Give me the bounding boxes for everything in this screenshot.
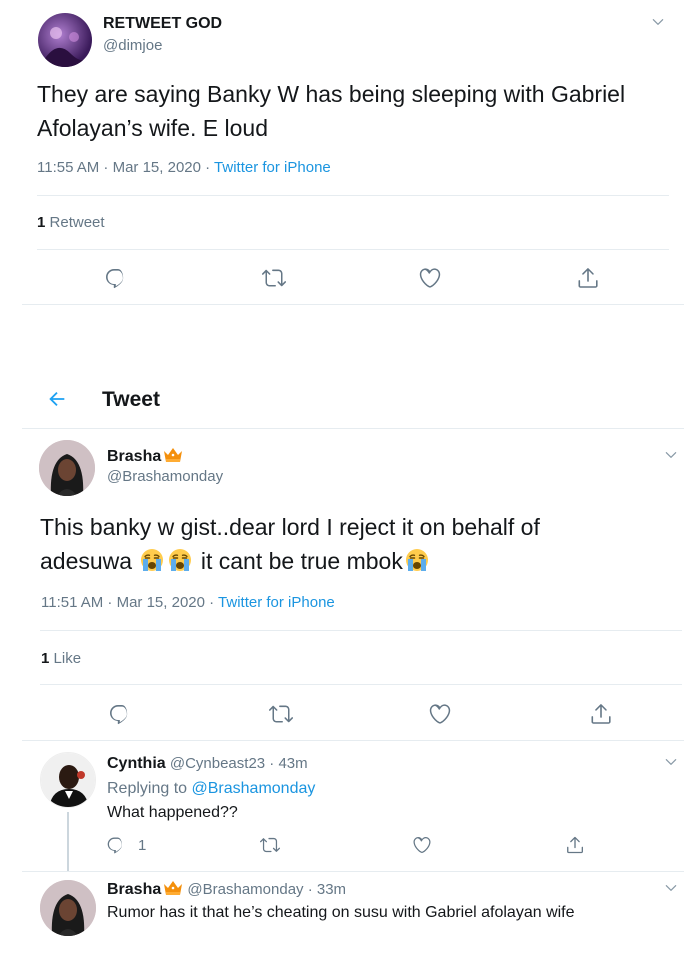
- share-icon[interactable]: [589, 702, 613, 726]
- divider: [40, 630, 682, 631]
- thread-line: [67, 812, 69, 872]
- tweet-timestamp: 11:55 AM · Mar 15, 2020 · Twitter for iP…: [37, 159, 331, 176]
- avatar[interactable]: [38, 13, 92, 67]
- tweet-text-fragment: it cant be true mbok: [200, 548, 403, 574]
- avatar-image: [39, 440, 95, 496]
- divider: [37, 249, 669, 250]
- divider: [22, 740, 684, 741]
- retweet-icon[interactable]: [269, 702, 293, 726]
- like-count[interactable]: 1 Like: [41, 650, 81, 667]
- stat-label: Retweet: [49, 214, 105, 231]
- author-name[interactable]: Brasha: [107, 881, 183, 898]
- author-handle[interactable]: @dimjoe: [103, 37, 162, 54]
- stat-count: 1: [37, 214, 46, 231]
- author-name-text: Brasha: [107, 881, 162, 898]
- reply-count: 1: [138, 837, 147, 854]
- retweet-count[interactable]: 1 Retweet: [37, 214, 105, 231]
- like-icon[interactable]: [412, 835, 432, 855]
- author-name[interactable]: RETWEET GOD: [103, 15, 222, 33]
- stat-count: 1: [41, 650, 50, 667]
- reply-icon[interactable]: [104, 266, 128, 290]
- crying-face-emoji: [139, 547, 165, 573]
- replying-to-link[interactable]: @Brashamonday: [192, 780, 316, 797]
- page-title: Tweet: [102, 388, 160, 411]
- chevron-down-icon[interactable]: [650, 14, 666, 30]
- chevron-down-icon[interactable]: [663, 880, 679, 896]
- avatar[interactable]: [39, 440, 95, 496]
- share-icon[interactable]: [576, 266, 600, 290]
- avatar-image: [41, 753, 95, 807]
- stat-label: Like: [53, 650, 82, 667]
- tweet-text-line: This banky w gist..dear lord I reject it…: [40, 514, 540, 540]
- reply-text: Rumor has it that he’s cheating on susu …: [107, 904, 575, 921]
- tweet-source-link[interactable]: Twitter for iPhone: [214, 159, 331, 176]
- divider: [40, 684, 682, 685]
- divider: [37, 195, 669, 196]
- chevron-down-icon[interactable]: [663, 447, 679, 463]
- tweet-text: They are saying Banky W has being sleepi…: [37, 81, 626, 141]
- like-icon[interactable]: [428, 702, 452, 726]
- reply-icon[interactable]: [106, 835, 126, 855]
- crying-face-emoji: [404, 547, 430, 573]
- author-name-text: Brasha: [107, 448, 162, 465]
- reply-text: What happened??: [107, 804, 238, 821]
- author-handle-time[interactable]: @Brashamonday · 33m: [187, 881, 346, 898]
- tweet-text-fragment: adesuwa: [40, 548, 133, 574]
- avatar[interactable]: [40, 752, 96, 808]
- tweet-text: This banky w gist..dear lord I reject it…: [40, 510, 660, 578]
- reply-header: Cynthia @Cynbeast23 · 43m: [107, 755, 308, 773]
- author-handle[interactable]: @Brashamonday: [107, 468, 223, 485]
- author-name[interactable]: Brasha: [107, 447, 183, 466]
- chevron-down-icon[interactable]: [663, 754, 679, 770]
- retweet-icon[interactable]: [260, 835, 280, 855]
- avatar[interactable]: [40, 880, 96, 936]
- like-icon[interactable]: [418, 266, 442, 290]
- retweet-icon[interactable]: [262, 266, 286, 290]
- reply-icon[interactable]: [108, 702, 132, 726]
- author-name[interactable]: Cynthia: [107, 755, 166, 772]
- crown-emoji: [163, 880, 183, 896]
- crying-face-emoji: [167, 547, 193, 573]
- tweet-time[interactable]: 11:55 AM · Mar 15, 2020 ·: [37, 159, 214, 176]
- replying-to: Replying to @Brashamonday: [107, 780, 315, 798]
- tweet-timestamp: 11:51 AM · Mar 15, 2020 · Twitter for iP…: [41, 594, 335, 611]
- tweet-source-link[interactable]: Twitter for iPhone: [218, 594, 335, 611]
- replying-prefix: Replying to: [107, 780, 192, 797]
- divider: [22, 304, 684, 305]
- reply-header: Brasha @Brashamonday · 33m: [107, 880, 346, 899]
- tweet-text-line: adesuwa it cant be true mbok: [40, 544, 660, 578]
- crown-emoji: [163, 447, 183, 463]
- avatar-image: [38, 27, 92, 67]
- avatar-image: [40, 880, 96, 936]
- tweet-time[interactable]: 11:51 AM · Mar 15, 2020 ·: [41, 594, 218, 611]
- divider: [22, 871, 684, 872]
- divider: [22, 428, 684, 429]
- back-arrow-icon[interactable]: [46, 388, 68, 415]
- author-handle-time[interactable]: @Cynbeast23 · 43m: [170, 755, 308, 772]
- share-icon[interactable]: [565, 835, 585, 855]
